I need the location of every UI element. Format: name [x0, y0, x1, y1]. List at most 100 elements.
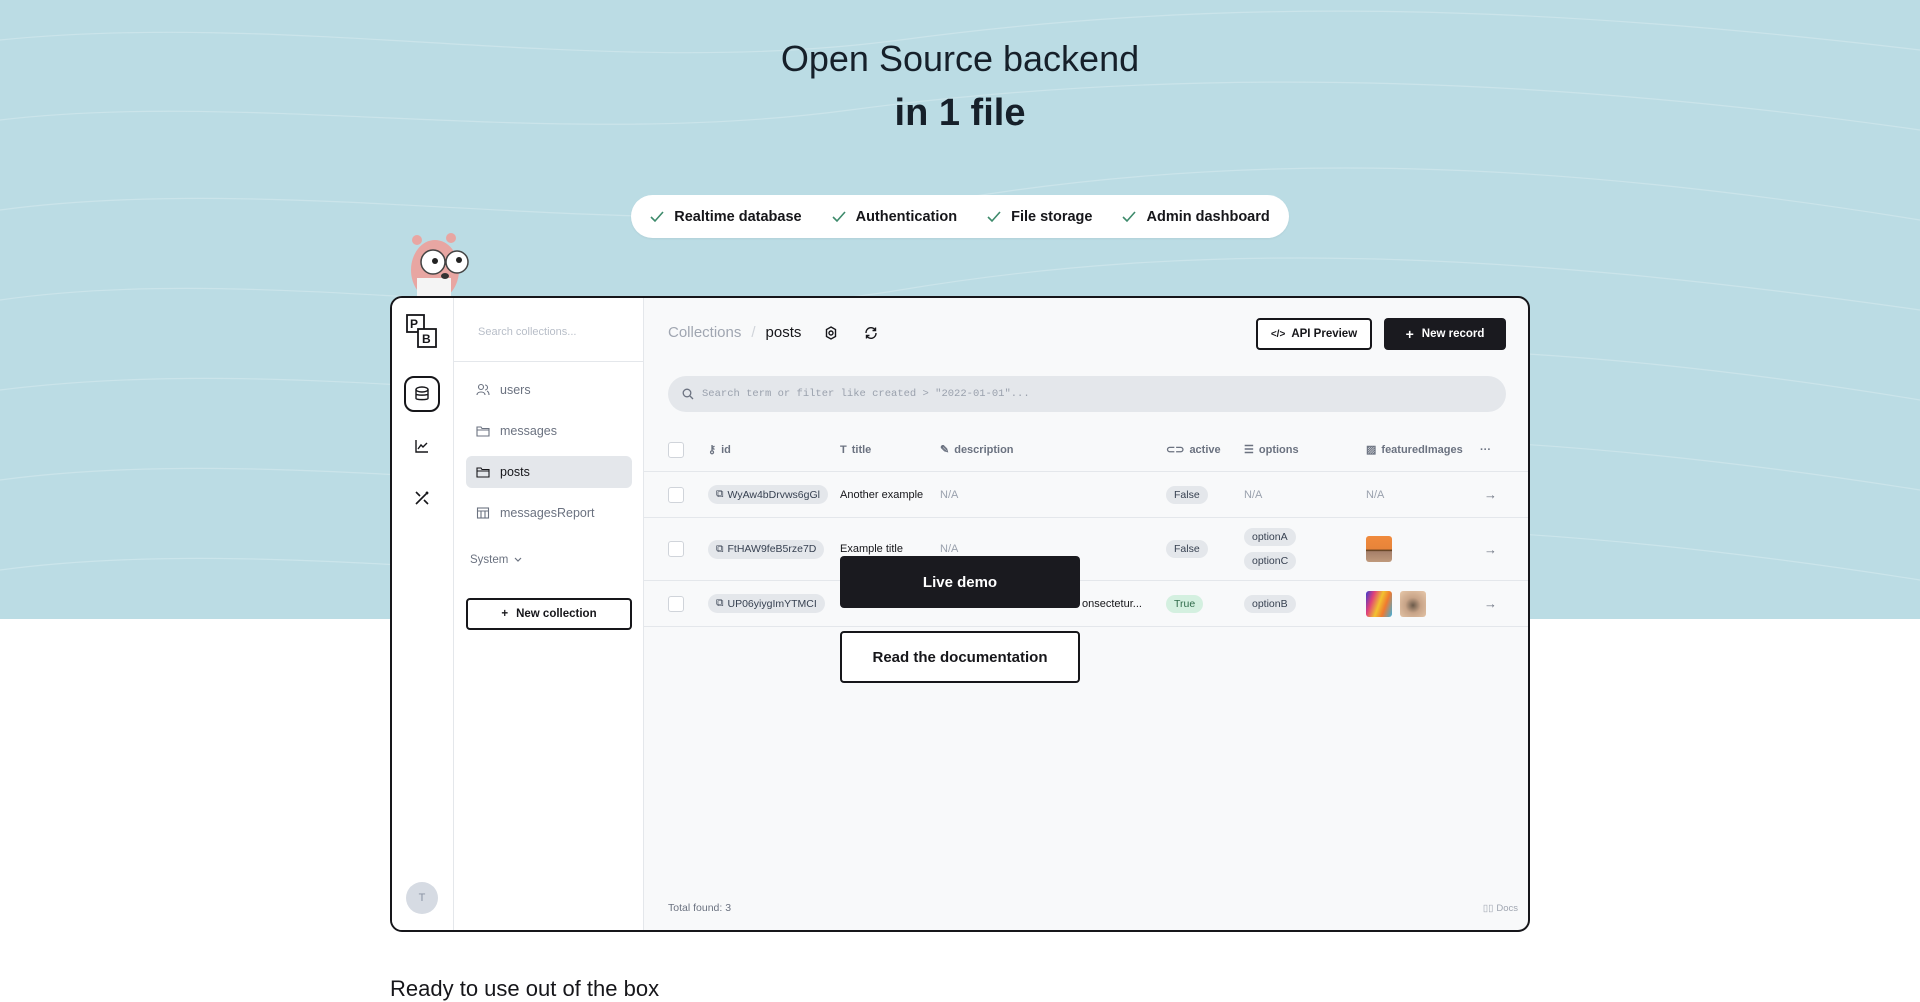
database-icon: [415, 386, 429, 401]
sidebar-item-posts[interactable]: posts: [466, 456, 632, 488]
nav-logs-button[interactable]: [404, 428, 440, 464]
check-icon: [832, 210, 846, 222]
column-description[interactable]: ✎ description: [940, 428, 1014, 471]
table-header: ⚷ id Ttitle ✎ description ⊂⊃ active ☰ option…: [644, 428, 1528, 472]
key-icon: ⚷: [708, 444, 717, 456]
nav-rail: P B T: [392, 298, 454, 930]
column-options[interactable]: ☰ options: [1244, 428, 1299, 471]
record-description: onsectetur...: [1082, 597, 1142, 610]
table-icon: [476, 507, 490, 519]
sidebar-item-messages[interactable]: messages: [466, 415, 632, 447]
live-demo-button[interactable]: Live demo: [840, 556, 1080, 608]
table-row[interactable]: ⧉ UP06yiygImYTMCI onsectetur... True opti…: [644, 581, 1528, 627]
image-thumbnail-desert[interactable]: [1366, 536, 1392, 562]
id-text: UP06yiygImYTMCI: [727, 597, 817, 610]
active-badge: False: [1166, 485, 1208, 504]
feature-label: Admin dashboard: [1146, 208, 1270, 225]
refresh-icon[interactable]: [863, 325, 879, 341]
system-collections-toggle[interactable]: System: [470, 554, 522, 566]
read-documentation-button[interactable]: Read the documentation: [840, 631, 1080, 683]
users-icon: [476, 383, 490, 396]
feature-label: Authentication: [855, 208, 958, 225]
feature-label: File storage: [1011, 208, 1093, 225]
column-active[interactable]: ⊂⊃ active: [1166, 428, 1221, 471]
code-icon: </>: [1270, 328, 1286, 340]
select-all-checkbox[interactable]: [668, 428, 684, 471]
section-heading: Ready to use out of the box: [390, 976, 660, 1001]
row-checkbox[interactable]: [668, 518, 684, 580]
gear-icon[interactable]: [823, 325, 839, 341]
api-preview-button[interactable]: </> API Preview: [1256, 318, 1372, 350]
nav-settings-button[interactable]: [404, 480, 440, 516]
open-record-arrow-icon[interactable]: →: [1484, 581, 1497, 626]
breadcrumb-separator: /: [751, 324, 756, 341]
column-id[interactable]: ⚷ id: [708, 428, 731, 471]
hero-title: Open Source backend: [780, 38, 1140, 79]
breadcrumb: Collections / posts: [668, 324, 879, 341]
row-checkbox[interactable]: [668, 472, 684, 517]
docs-label: Docs: [1496, 903, 1518, 914]
image-thumbnail-cat[interactable]: [1400, 590, 1426, 617]
record-id[interactable]: ⧉ FtHAW9feB5rze7D: [708, 518, 825, 580]
record-images: N/A: [1366, 488, 1385, 501]
collections-search-input[interactable]: Search collections...: [454, 298, 643, 362]
record-options: optionA optionC: [1244, 518, 1297, 580]
new-record-button[interactable]: + New record: [1384, 318, 1506, 350]
new-collection-button[interactable]: + New collection: [466, 598, 632, 630]
edit-icon: ✎: [940, 444, 950, 456]
record-active: True: [1166, 581, 1204, 626]
book-icon: ▯▯: [1482, 903, 1494, 914]
column-title[interactable]: Ttitle: [840, 428, 871, 471]
avatar[interactable]: T: [406, 882, 438, 914]
records-panel: Collections / posts </> API Preview + Ne…: [644, 298, 1528, 930]
copy-icon: ⧉: [716, 542, 724, 555]
record-active: False: [1166, 518, 1208, 580]
new-collection-label: New collection: [516, 608, 597, 620]
plus-icon: +: [1405, 326, 1414, 342]
check-icon: [987, 210, 1001, 222]
row-checkbox[interactable]: [668, 581, 684, 626]
breadcrumb-collections[interactable]: Collections: [668, 324, 741, 341]
pocketbase-logo-icon[interactable]: P B: [406, 314, 438, 348]
feature-realtime-database: Realtime database: [650, 208, 802, 225]
record-images: [1366, 581, 1434, 626]
sidebar-item-label: messagesReport: [500, 506, 595, 520]
option-badge: optionB: [1244, 594, 1296, 613]
records-search-input[interactable]: Search term or filter like created > "20…: [668, 376, 1506, 412]
column-label: options: [1258, 443, 1299, 456]
record-title: Another example: [840, 488, 924, 501]
new-record-label: New record: [1421, 328, 1485, 340]
search-placeholder: Search term or filter like created > "20…: [702, 388, 1030, 400]
list-icon: ☰: [1244, 444, 1254, 456]
docs-link[interactable]: ▯▯ Docs: [1483, 903, 1518, 914]
record-options: optionB: [1244, 581, 1296, 626]
table-row[interactable]: ⧉ WyAw4bDrvws6gGl Another example N/A Fal…: [644, 472, 1528, 518]
record-id[interactable]: ⧉ WyAw4bDrvws6gGl: [708, 472, 828, 517]
record-id[interactable]: ⧉ UP06yiygImYTMCI: [708, 581, 825, 626]
column-label: description: [954, 443, 1014, 456]
features-bar: Realtime database Authentication File st…: [631, 195, 1289, 238]
option-badge: optionC: [1244, 552, 1297, 570]
gopher-mascot-icon: [411, 233, 469, 298]
nav-collections-button[interactable]: [404, 376, 440, 412]
sidebar-item-label: users: [500, 383, 531, 397]
admin-dashboard-window: P B T Search collections... users messag…: [390, 296, 1530, 932]
id-text: WyAw4bDrvws6gGl: [727, 488, 821, 501]
sidebar-item-users[interactable]: users: [466, 374, 632, 406]
image-thumbnail-rainbow[interactable]: [1366, 590, 1392, 617]
chart-icon: [415, 440, 428, 453]
svg-text:P: P: [410, 317, 418, 331]
active-badge: False: [1166, 540, 1208, 558]
columns-menu-button[interactable]: ···: [1480, 428, 1491, 471]
feature-label: Realtime database: [674, 208, 802, 225]
column-featuredimages[interactable]: ▨ featuredImages: [1366, 428, 1463, 471]
collections-sidebar: Search collections... users messages pos…: [454, 298, 644, 930]
open-record-arrow-icon[interactable]: →: [1484, 472, 1497, 517]
open-record-arrow-icon[interactable]: →: [1484, 518, 1497, 580]
column-label: active: [1189, 443, 1221, 456]
system-label: System: [470, 554, 509, 566]
sidebar-item-messagesreport[interactable]: messagesReport: [466, 497, 632, 529]
copy-icon: ⧉: [716, 597, 724, 609]
sidebar-item-label: messages: [500, 424, 557, 438]
table-row[interactable]: ⧉ FtHAW9feB5rze7D Example title N/A False…: [644, 518, 1528, 581]
